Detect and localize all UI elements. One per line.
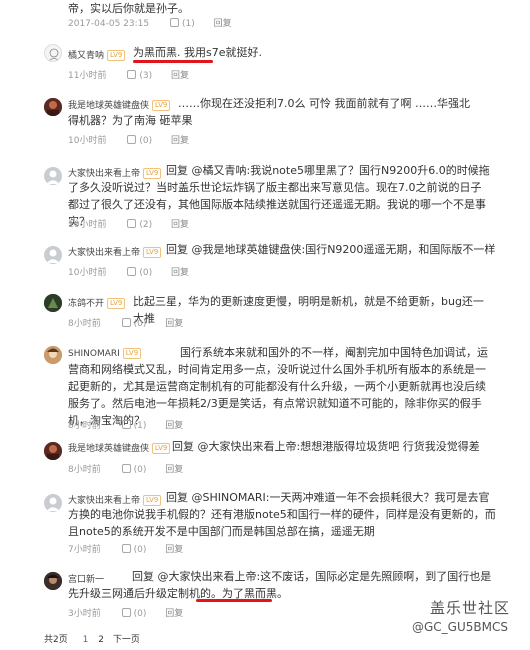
level-badge: LV9 bbox=[122, 348, 142, 359]
comment-text: ……你现在还没拒利7.0么 可怜 我面前就有了啊 ……华强北得机器？为了南海 砸… bbox=[68, 97, 470, 127]
like-button[interactable]: (0) bbox=[127, 135, 152, 146]
like-button[interactable]: (0) bbox=[121, 544, 146, 555]
comment-username[interactable]: 宫口新一 bbox=[68, 572, 104, 585]
level-badge: LV9 bbox=[152, 443, 171, 454]
comment-username[interactable]: 我是地球英雄键盘侠 LV9 bbox=[68, 441, 174, 454]
comment-time: 8小时前 bbox=[68, 465, 101, 475]
comment-text: 比起三星，华为的更新速度更慢，明明是新机，就是不给更新，bug还一大推 bbox=[133, 295, 484, 325]
comment-meta: 10小时前 (0) 回复 bbox=[68, 265, 189, 278]
like-button[interactable]: (1) bbox=[121, 420, 146, 431]
avatar-photo-icon bbox=[44, 98, 62, 116]
default-avatar-icon bbox=[46, 249, 60, 263]
comment-meta: 8小时前 (0) 回复 bbox=[68, 462, 183, 475]
comment-time: 11小时前 bbox=[68, 71, 107, 81]
thumb-up-icon bbox=[127, 135, 137, 144]
comment-time: 8小时前 bbox=[68, 319, 101, 329]
level-badge: LV9 bbox=[143, 495, 162, 506]
comment-time: 10小时前 bbox=[68, 220, 107, 230]
page-current[interactable]: 1 bbox=[83, 635, 89, 645]
reply-button[interactable]: 回复 bbox=[165, 418, 183, 431]
like-button[interactable]: (0) bbox=[121, 318, 146, 329]
comment-username[interactable]: 大家快出来看上帝 LV9 bbox=[68, 493, 165, 506]
reply-button[interactable]: 回复 bbox=[171, 265, 189, 278]
avatar[interactable] bbox=[44, 494, 62, 512]
comment-username[interactable]: 大家快出来看上帝 LV9 bbox=[68, 166, 165, 179]
page-2-link[interactable]: 2 bbox=[98, 635, 104, 645]
avatar-sketch-icon bbox=[48, 48, 60, 61]
like-button[interactable]: (0) bbox=[127, 267, 152, 278]
default-avatar-icon bbox=[46, 170, 60, 184]
avatar-photo-icon bbox=[44, 572, 62, 590]
comment-meta: 10小时前 (0) 回复 bbox=[68, 133, 189, 146]
watermark-title: 盖乐世社区 bbox=[430, 599, 511, 617]
red-underline-annotation bbox=[133, 60, 213, 63]
comment-text: 帝，实以后你就是孙子。 bbox=[68, 2, 189, 15]
pagination: 共2页 1 2 下一页 bbox=[44, 632, 140, 645]
avatar[interactable] bbox=[44, 167, 62, 185]
comment-username[interactable]: 冻鸽不开 LV9 bbox=[68, 296, 129, 309]
avatar[interactable] bbox=[44, 572, 62, 590]
reply-button[interactable]: 回复 bbox=[171, 133, 189, 146]
watermark-handle: @GC_GU5BMCS bbox=[412, 620, 508, 634]
avatar[interactable] bbox=[44, 442, 62, 460]
level-badge: LV9 bbox=[107, 50, 126, 61]
comment-meta: 3小时前 (0) 回复 bbox=[68, 606, 183, 619]
comment-time: 7小时前 bbox=[68, 545, 101, 555]
top-partial-comment: 帝，实以后你就是孙子。 bbox=[68, 0, 189, 16]
reply-button[interactable]: 回复 bbox=[214, 16, 232, 29]
comment-time: 10小时前 bbox=[68, 268, 107, 278]
comment-meta: 8小时前 (0) 回复 bbox=[68, 316, 183, 329]
reply-button[interactable]: 回复 bbox=[165, 462, 183, 475]
avatar[interactable] bbox=[44, 98, 62, 116]
avatar-photo-icon bbox=[44, 442, 62, 460]
comment-time: 10小时前 bbox=[68, 136, 107, 146]
avatar[interactable] bbox=[44, 44, 62, 62]
avatar[interactable] bbox=[44, 246, 62, 264]
comment-time: 8小时前 bbox=[68, 421, 101, 431]
reply-button[interactable]: 回复 bbox=[165, 542, 183, 555]
comment-username[interactable]: SHINOMARI LV9 bbox=[68, 348, 145, 359]
thumb-up-icon bbox=[121, 608, 131, 617]
comment-time: 3小时前 bbox=[68, 609, 101, 619]
like-button[interactable]: (2) bbox=[127, 219, 152, 230]
level-badge: LV9 bbox=[143, 168, 162, 179]
page-total: 共2页 bbox=[44, 635, 68, 645]
reply-button[interactable]: 回复 bbox=[165, 316, 183, 329]
comment-time: 2017-04-05 23:15 bbox=[68, 19, 150, 29]
thumb-up-icon bbox=[121, 420, 131, 429]
comment-meta: 11小时前 (3) 回复 bbox=[68, 68, 189, 81]
reply-button[interactable]: 回复 bbox=[171, 217, 189, 230]
thumb-up-icon bbox=[127, 70, 137, 79]
reply-button[interactable]: 回复 bbox=[171, 68, 189, 81]
like-button[interactable]: (0) bbox=[121, 464, 146, 475]
like-button[interactable]: (1) bbox=[169, 18, 195, 29]
comment-meta: 10小时前 (2) 回复 bbox=[68, 217, 189, 230]
like-button[interactable]: (0) bbox=[121, 608, 146, 619]
reply-button[interactable]: 回复 bbox=[165, 606, 183, 619]
avatar-photo-icon bbox=[44, 346, 62, 364]
thumb-up-icon bbox=[127, 267, 137, 276]
avatar-photo-icon bbox=[44, 294, 62, 312]
level-badge: LV9 bbox=[107, 298, 126, 309]
avatar[interactable] bbox=[44, 346, 62, 364]
thumb-up-icon bbox=[121, 544, 131, 553]
comment-username[interactable]: 橘又青呐 LV9 bbox=[68, 48, 129, 61]
comment-meta: 7小时前 (0) 回复 bbox=[68, 542, 183, 555]
next-page-link[interactable]: 下一页 bbox=[113, 635, 140, 645]
default-avatar-icon bbox=[46, 497, 60, 511]
level-badge: LV9 bbox=[143, 247, 162, 258]
thumb-up-icon bbox=[127, 219, 137, 228]
comment-username[interactable]: 大家快出来看上帝 LV9 bbox=[68, 245, 165, 258]
red-underline-annotation bbox=[196, 599, 272, 602]
comment-text: 为黑而黑. 我用s7e就挺好. bbox=[133, 46, 262, 59]
comment-meta: 8小时前 (1) 回复 bbox=[68, 418, 183, 431]
thumb-up-icon bbox=[169, 18, 179, 27]
comment-meta: 2017-04-05 23:15 (1) 回复 bbox=[68, 16, 232, 29]
thumb-up-icon bbox=[121, 464, 131, 473]
thumb-up-icon bbox=[121, 318, 131, 327]
avatar[interactable] bbox=[44, 294, 62, 312]
like-button[interactable]: (3) bbox=[127, 70, 152, 81]
comment-text: 回复 @大家快出来看上帝:想想港版得垃圾货吧 行货我没觉得差 bbox=[172, 440, 480, 453]
